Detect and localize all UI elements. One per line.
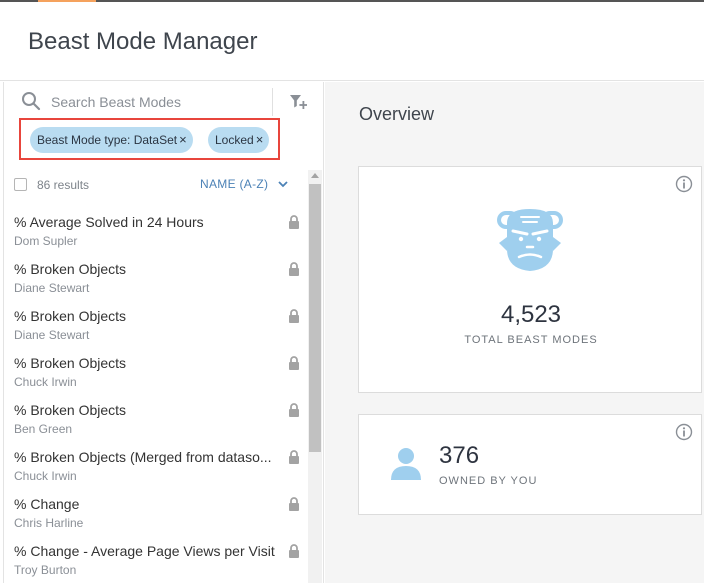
person-icon	[391, 448, 421, 480]
list-item[interactable]: % Broken Objects Diane Stewart	[4, 250, 306, 297]
item-title: % Broken Objects (Merged from dataso...	[14, 449, 272, 465]
item-owner: Chuck Irwin	[14, 375, 77, 389]
beast-mode-list-panel: Beast Mode type: DataSet× Locked× 86 res…	[3, 82, 324, 583]
total-beast-modes-label: TOTAL BEAST MODES	[464, 334, 598, 346]
overview-panel: Overview 4,523 TOTAL BEAST MODES 376 OWN…	[325, 82, 704, 583]
page-header: Beast Mode Manager	[0, 2, 704, 81]
chevron-down-icon[interactable]	[278, 181, 288, 188]
list-item[interactable]: % Change Chris Harline	[4, 485, 306, 532]
beast-mode-list: % Average Solved in 24 Hours Dom Supler …	[4, 203, 306, 583]
item-owner: Dom Supler	[14, 234, 78, 248]
list-item[interactable]: % Average Solved in 24 Hours Dom Supler	[4, 203, 306, 250]
owned-by-you-value: 376	[439, 442, 480, 469]
beast-mascot-icon	[497, 209, 563, 271]
results-count: 86 results	[37, 178, 90, 192]
lock-icon	[289, 403, 299, 417]
info-icon[interactable]	[675, 175, 693, 193]
item-title: % Broken Objects	[14, 261, 127, 277]
item-title: % Broken Objects	[14, 308, 127, 324]
lock-icon	[289, 215, 299, 229]
list-item[interactable]: % Broken Objects (Merged from dataso... …	[4, 438, 306, 485]
search-input[interactable]	[51, 92, 261, 112]
list-scrollbar[interactable]	[308, 170, 322, 583]
item-owner: Diane Stewart	[14, 328, 90, 342]
total-beast-modes-value: 4,523	[500, 301, 562, 328]
item-title: % Change	[14, 496, 80, 512]
filter-pill-locked[interactable]: Locked ×	[208, 127, 270, 153]
filter-pill-label: Beast Mode type: DataSet	[37, 133, 178, 147]
item-owner: Chuck Irwin	[14, 469, 77, 483]
item-title: % Change - Average Page Views per Visit	[14, 543, 275, 559]
item-title: % Broken Objects	[14, 355, 127, 371]
select-all-checkbox[interactable]	[14, 178, 27, 191]
list-item[interactable]: % Broken Objects Ben Green	[4, 391, 306, 438]
list-item[interactable]: % Broken Objects Chuck Irwin	[4, 344, 306, 391]
scrollbar-thumb[interactable]	[309, 184, 321, 452]
sort-dropdown[interactable]: NAME (A-Z)	[200, 177, 268, 191]
remove-filter-icon[interactable]: ×	[179, 132, 187, 147]
scroll-up-arrow-icon[interactable]	[311, 173, 319, 178]
filter-pill-label: Locked	[215, 133, 254, 147]
search-divider	[272, 88, 273, 116]
lock-icon	[289, 497, 299, 511]
list-item[interactable]: % Broken Objects Diane Stewart	[4, 297, 306, 344]
owned-by-you-label: OWNED BY YOU	[439, 475, 538, 487]
lock-icon	[289, 544, 299, 558]
item-owner: Chris Harline	[14, 516, 84, 530]
item-title: % Average Solved in 24 Hours	[14, 214, 204, 230]
lock-icon	[289, 309, 299, 323]
item-owner: Ben Green	[14, 422, 73, 436]
overview-title: Overview	[359, 104, 435, 124]
active-filters-box: Beast Mode type: DataSet × Locked ×	[19, 118, 280, 160]
info-icon[interactable]	[675, 423, 693, 441]
item-owner: Troy Burton	[14, 563, 77, 577]
item-title: % Broken Objects	[14, 402, 127, 418]
list-item[interactable]: % Change - Average Page Views per Visit …	[4, 532, 306, 579]
search-row	[4, 82, 324, 120]
lock-icon	[289, 262, 299, 276]
search-icon	[22, 92, 41, 111]
page-title: Beast Mode Manager	[28, 28, 258, 55]
remove-filter-icon[interactable]: ×	[256, 132, 264, 147]
lock-icon	[289, 450, 299, 464]
lock-icon	[289, 356, 299, 370]
item-owner: Diane Stewart	[14, 281, 90, 295]
total-beast-modes-card: 4,523 TOTAL BEAST MODES	[358, 166, 702, 393]
owned-by-you-card: 376 OWNED BY YOU	[358, 414, 702, 515]
add-filter-icon[interactable]	[289, 94, 307, 110]
filter-pill-type[interactable]: Beast Mode type: DataSet ×	[30, 127, 193, 153]
results-toolbar: 86 results NAME (A-Z)	[4, 174, 306, 198]
